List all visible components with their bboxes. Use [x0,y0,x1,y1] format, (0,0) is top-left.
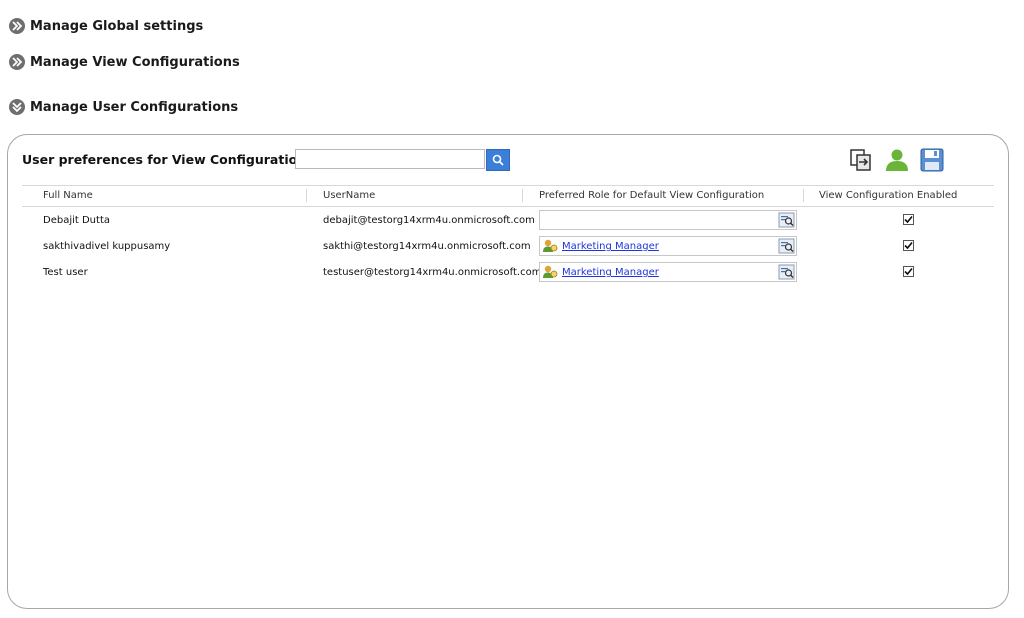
column-header-full-name[interactable]: Full Name [43,190,93,201]
search-icon [492,154,504,166]
copy-settings-icon[interactable] [848,147,874,173]
double-chevron-right-icon [9,18,25,34]
security-role-icon [543,265,558,278]
view-config-enabled-checkbox[interactable] [903,266,914,277]
username-cell: sakthi@testorg14xrm4u.onmicrosoft.com [323,241,531,252]
full-name-cell: sakthivadivel kuppusamy [43,241,171,252]
double-chevron-right-icon [9,54,25,70]
checkmark-icon [904,267,913,276]
role-link[interactable]: Marketing Manager [562,241,659,252]
checkmark-icon [904,215,913,224]
preferred-role-lookup[interactable]: Marketing Manager [539,262,797,282]
table-row: Debajit Dutta debajit@testorg14xrm4u.onm… [22,210,994,234]
user-icon[interactable] [884,147,910,173]
preferred-role-lookup[interactable]: Marketing Manager [539,236,797,256]
full-name-cell: Debajit Dutta [43,215,110,226]
manage-global-settings-label: Manage Global settings [30,18,204,34]
lookup-icon[interactable] [778,212,795,228]
user-preferences-panel: User preferences for View Configuration … [7,134,1009,609]
search-button[interactable] [486,149,510,171]
checkmark-icon [904,241,913,250]
column-header-username[interactable]: UserName [323,190,375,201]
preferred-role-lookup[interactable] [539,210,797,230]
lookup-icon[interactable] [778,264,795,280]
panel-title: User preferences for View Configuration [22,152,307,167]
view-config-enabled-checkbox[interactable] [903,240,914,251]
table-row: sakthivadivel kuppusamy sakthi@testorg14… [22,236,994,260]
security-role-icon [543,239,558,252]
manage-global-settings-link[interactable]: Manage Global settings [8,17,203,35]
manage-view-configurations-link[interactable]: Manage View Configurations [8,53,240,71]
double-chevron-down-icon [9,99,25,115]
grid-header: Full Name UserName Preferred Role for De… [22,185,994,207]
column-header-preferred-role[interactable]: Preferred Role for Default View Configur… [539,190,764,201]
search-input[interactable] [295,149,485,169]
manage-view-configurations-label: Manage View Configurations [30,54,240,70]
role-link[interactable]: Marketing Manager [562,267,659,278]
column-separator [803,189,804,202]
column-separator [306,189,307,202]
column-separator [522,189,523,202]
username-cell: testuser@testorg14xrm4u.onmicrosoft.com [323,267,542,278]
full-name-cell: Test user [43,267,88,278]
table-row: Test user testuser@testorg14xrm4u.onmicr… [22,262,994,286]
column-header-view-config-enabled[interactable]: View Configuration Enabled [819,190,957,201]
username-cell: debajit@testorg14xrm4u.onmicrosoft.com [323,215,535,226]
save-icon[interactable] [919,147,945,173]
manage-user-configurations-label: Manage User Configurations [30,99,239,115]
lookup-icon[interactable] [778,238,795,254]
manage-user-configurations-link[interactable]: Manage User Configurations [8,98,238,116]
view-config-enabled-checkbox[interactable] [903,214,914,225]
